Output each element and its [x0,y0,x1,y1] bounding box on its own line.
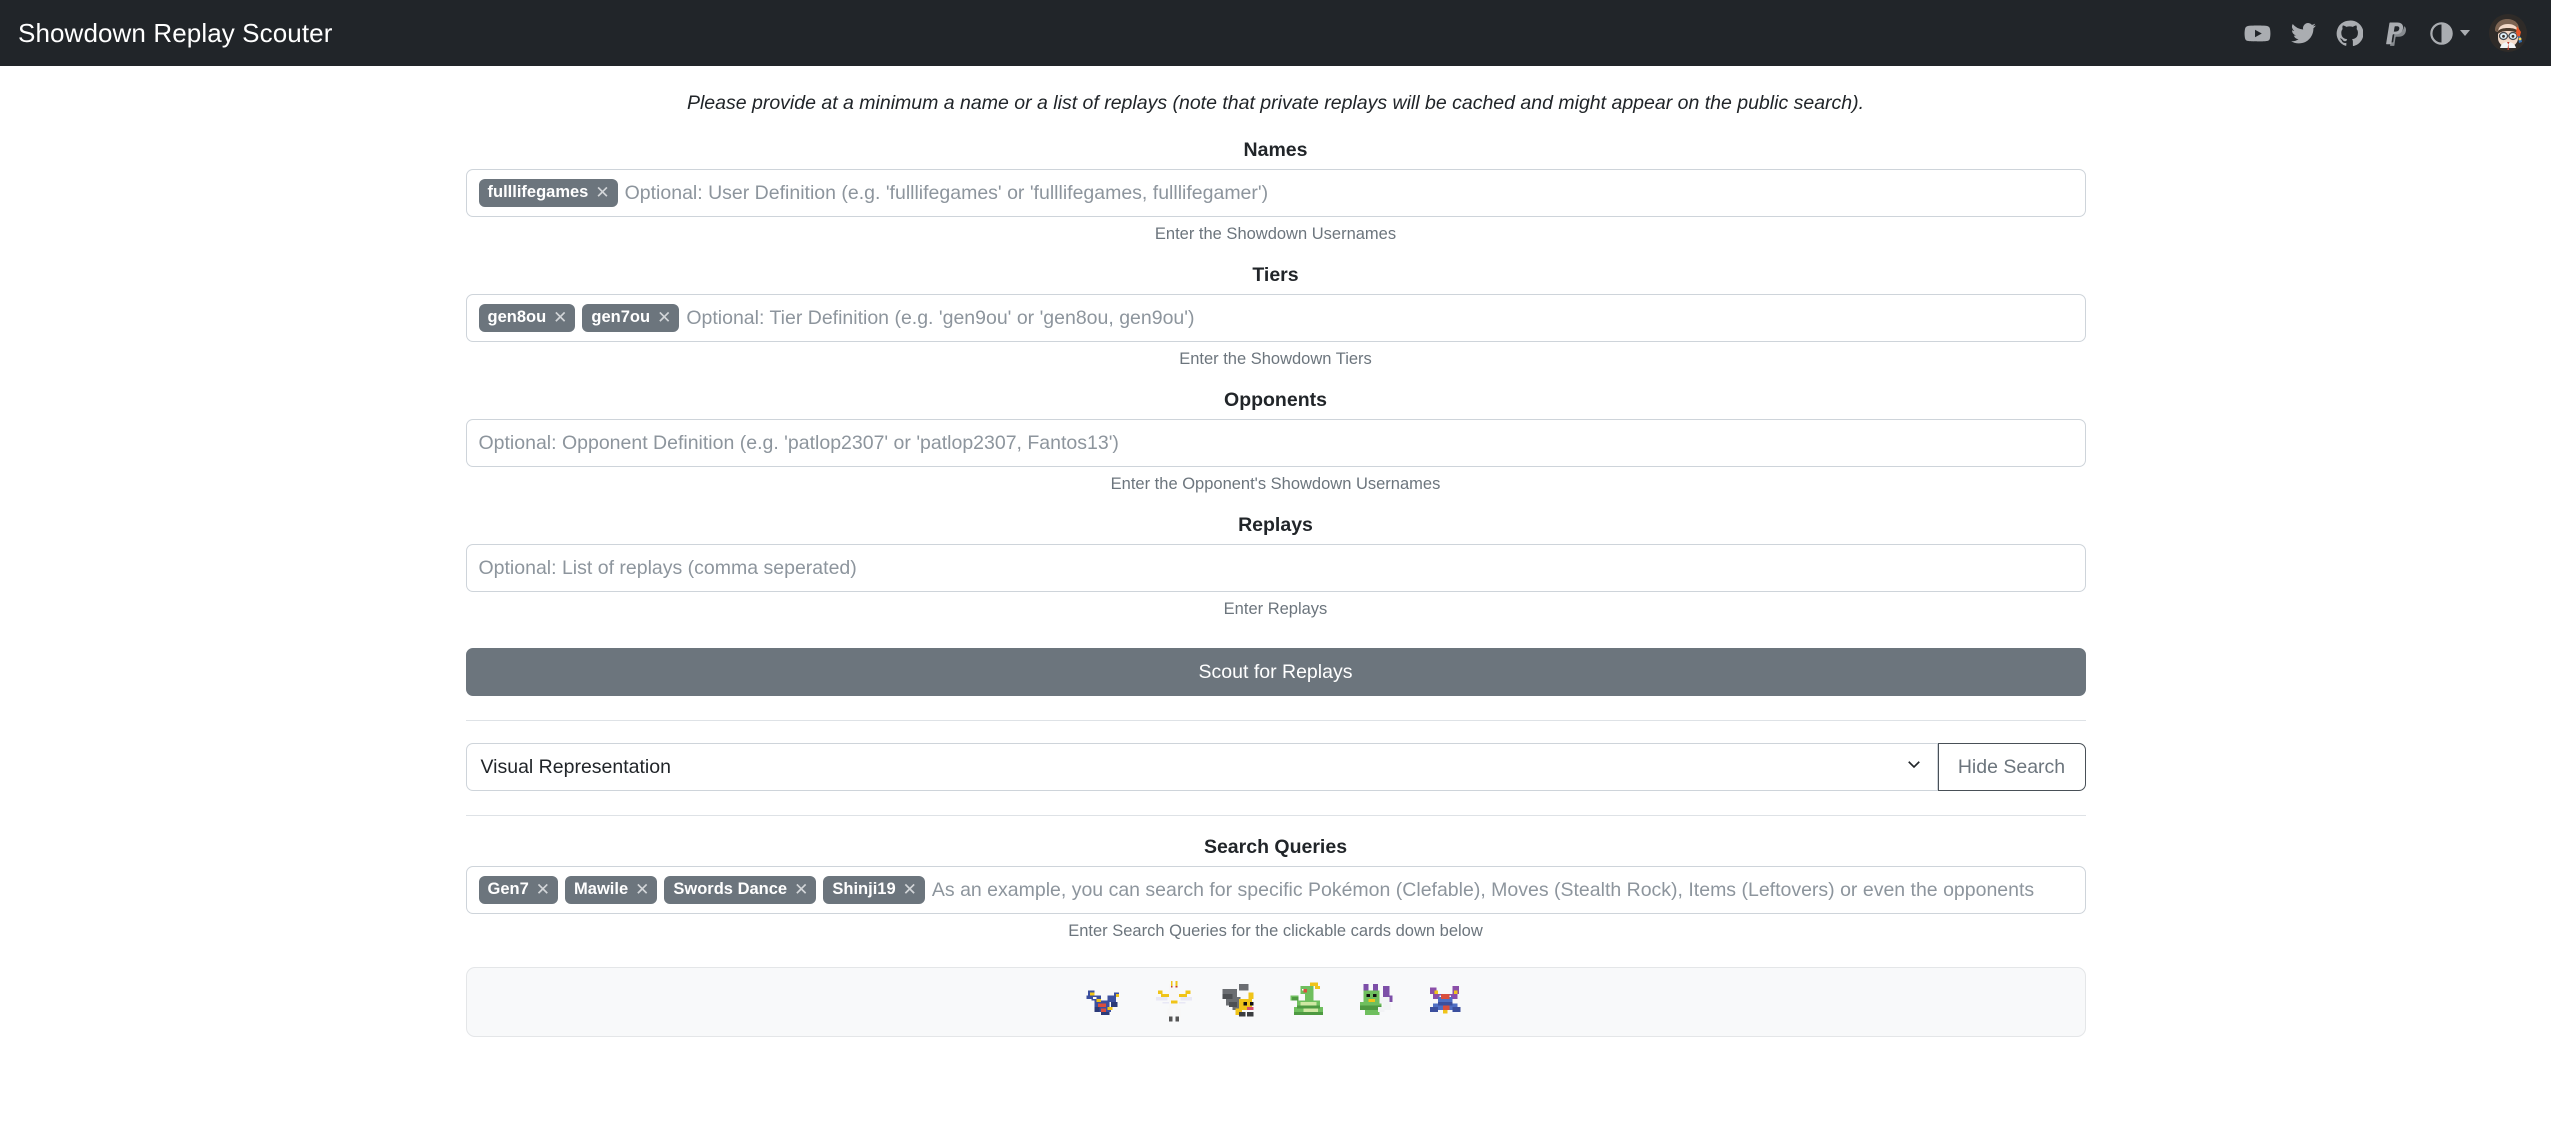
tiers-label: Tiers [1252,264,1299,286]
chip-label: Mawile [574,880,629,899]
chip-remove-icon[interactable]: ✕ [903,881,917,898]
chevron-down-icon [2460,30,2470,36]
select-value: Visual Representation [480,755,671,778]
theme-contrast-icon [2428,20,2455,47]
intro-note: Please provide at a minimum a name or a … [686,92,1865,114]
chip-remove-icon[interactable]: ✕ [635,881,649,898]
sprite-garchomp[interactable] [1080,976,1132,1028]
replays-help: Enter Replays [1223,600,1328,618]
chip-remove-icon[interactable]: ✕ [553,309,567,326]
tiers-input[interactable]: gen8ou ✕ gen7ou ✕ Optional: Tier Definit… [465,294,2086,342]
navbar-actions [2244,14,2527,52]
divider-top [465,720,2086,721]
github-icon[interactable] [2336,20,2363,47]
sprite-serperior[interactable] [1284,976,1336,1028]
names-input[interactable]: fulllifegames ✕ Optional: User Definitio… [465,169,2086,217]
opponents-input[interactable]: Optional: Opponent Definition (e.g. 'pat… [465,419,2086,467]
names-help: Enter the Showdown Usernames [1154,225,1397,243]
tiers-help: Enter the Showdown Tiers [1179,350,1372,368]
chip-query-1[interactable]: Mawile ✕ [565,876,658,904]
youtube-icon[interactable] [2244,20,2271,47]
sprite-pheromosa[interactable] [1148,976,1200,1028]
visual-representation-select[interactable]: Visual Representation [465,743,1938,791]
paypal-icon[interactable] [2382,20,2409,47]
names-label: Names [1243,139,1308,161]
divider-bottom [465,815,2086,816]
chip-label: Shinji19 [832,880,896,899]
chip-remove-icon[interactable]: ✕ [794,881,808,898]
chip-label: gen8ou [487,308,547,327]
chip-tiers-0[interactable]: gen8ou ✕ [478,304,576,332]
main-container: Please provide at a minimum a name or a … [465,66,2086,1037]
opponents-help: Enter the Opponent's Showdown Usernames [1110,475,1441,493]
sprite-mawile[interactable] [1216,976,1268,1028]
opponents-placeholder: Optional: Opponent Definition (e.g. 'pat… [478,431,1119,454]
top-navbar: Showdown Replay Scouter [0,0,2551,66]
scout-for-replays-button[interactable]: Scout for Replays [465,648,2086,696]
tiers-placeholder: Optional: Tier Definition (e.g. 'gen9ou'… [686,306,1195,329]
search-queries-label: Search Queries [1203,836,1348,858]
chevron-down-icon [1905,755,1923,779]
theme-toggle-button[interactable] [2428,20,2470,47]
chip-label: Gen7 [487,880,529,899]
replays-placeholder: Optional: List of replays (comma seperat… [478,556,857,579]
replays-input[interactable]: Optional: List of replays (comma seperat… [465,544,2086,592]
chip-tiers-1[interactable]: gen7ou ✕ [582,304,680,332]
chip-names-0[interactable]: fulllifegames ✕ [478,179,618,207]
chip-query-3[interactable]: Shinji19 ✕ [823,876,925,904]
chip-query-2[interactable]: Swords Dance ✕ [664,876,817,904]
sprite-mega-garchomp[interactable] [1420,976,1472,1028]
chip-query-0[interactable]: Gen7 ✕ [478,876,559,904]
pokemon-sprite-card [465,967,2086,1037]
chip-remove-icon[interactable]: ✕ [536,881,550,898]
search-queries-placeholder: As an example, you can search for specif… [931,878,2035,901]
opponents-label: Opponents [1224,389,1327,411]
chip-label: Swords Dance [673,880,788,899]
app-brand-title: Showdown Replay Scouter [18,17,333,48]
chip-label: gen7ou [591,308,651,327]
user-avatar[interactable] [2489,14,2527,52]
chip-remove-icon[interactable]: ✕ [595,184,609,201]
search-queries-input[interactable]: Gen7 ✕ Mawile ✕ Swords Dance ✕ Shinji19 … [465,866,2086,914]
view-controls-row: Visual Representation Hide Search [465,743,2086,791]
twitter-icon[interactable] [2290,20,2317,47]
chip-remove-icon[interactable]: ✕ [657,309,671,326]
hide-search-button[interactable]: Hide Search [1937,743,2086,791]
sprite-tornadus[interactable] [1352,976,1404,1028]
search-queries-help: Enter Search Queries for the clickable c… [1068,922,1483,940]
names-placeholder: Optional: User Definition (e.g. 'fulllif… [624,181,1269,204]
chip-label: fulllifegames [487,183,589,202]
replays-label: Replays [1238,514,1313,536]
